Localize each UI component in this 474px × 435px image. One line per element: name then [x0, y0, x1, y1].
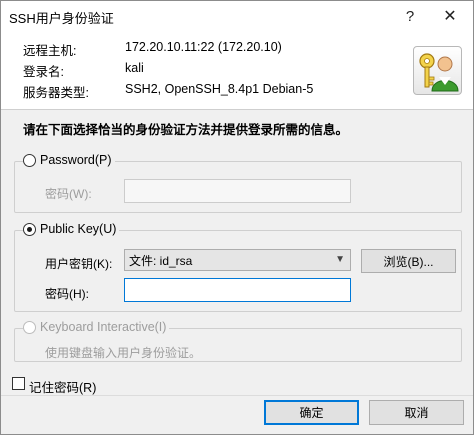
- header-divider: [1, 109, 473, 110]
- public-key-radio-label: Public Key(U): [40, 222, 117, 236]
- browse-button[interactable]: 浏览(B)...: [361, 249, 456, 273]
- host-label: 远程主机:: [23, 44, 77, 58]
- server-type-value: SSH2, OpenSSH_8.4p1 Debian-5: [125, 82, 314, 96]
- window-title: SSH用户身份验证: [9, 11, 114, 26]
- password-input[interactable]: [124, 179, 351, 203]
- keyboard-interactive-description: 使用键盘输入用户身份验证。: [45, 346, 202, 360]
- remember-password-checkbox[interactable]: [12, 377, 25, 390]
- chevron-down-icon: ▼: [335, 254, 345, 265]
- password-radio-label: Password(P): [40, 153, 112, 167]
- public-key-radio[interactable]: Public Key(U): [23, 222, 120, 236]
- keyboard-interactive-radio[interactable]: Keyboard Interactive(I): [23, 320, 170, 334]
- user-key-label: 用户密钥(K):: [45, 257, 113, 271]
- password-radio-button[interactable]: [23, 153, 36, 167]
- keyboard-interactive-radio-button[interactable]: [23, 320, 36, 334]
- remember-password-label: 记住密码(R): [29, 381, 97, 395]
- cancel-button[interactable]: 取消: [369, 400, 464, 425]
- login-value: kali: [125, 61, 144, 75]
- keyboard-interactive-label: Keyboard Interactive(I): [40, 320, 167, 334]
- user-key-value: 文件: id_rsa: [129, 253, 193, 268]
- user-key-dropdown[interactable]: 文件: id_rsa ▼: [124, 249, 351, 271]
- server-type-label: 服务器类型:: [23, 86, 89, 100]
- login-label: 登录名:: [23, 65, 64, 79]
- ok-button[interactable]: 确定: [264, 400, 359, 425]
- password-field-label: 密码(W):: [45, 187, 92, 201]
- title-bar[interactable]: SSH用户身份验证 ? ✕: [1, 1, 473, 31]
- instruction-text: 请在下面选择恰当的身份验证方法并提供登录所需的信息。: [23, 123, 349, 137]
- connection-info-panel: 远程主机: 172.20.10.11:22 (172.20.10) 登录名: k…: [1, 31, 473, 109]
- key-user-icon: [413, 46, 462, 95]
- public-key-radio-button[interactable]: [23, 222, 36, 236]
- password-radio[interactable]: Password(P): [23, 153, 115, 167]
- footer-divider: [1, 395, 473, 396]
- help-icon[interactable]: ?: [393, 3, 427, 29]
- close-icon[interactable]: ✕: [433, 3, 467, 29]
- passphrase-label: 密码(H):: [45, 287, 89, 301]
- ssh-auth-dialog: SSH用户身份验证 ? ✕ 远程主机: 172.20.10.11:22 (172…: [0, 0, 474, 435]
- host-value: 172.20.10.11:22 (172.20.10): [125, 40, 282, 54]
- passphrase-input[interactable]: [124, 278, 351, 302]
